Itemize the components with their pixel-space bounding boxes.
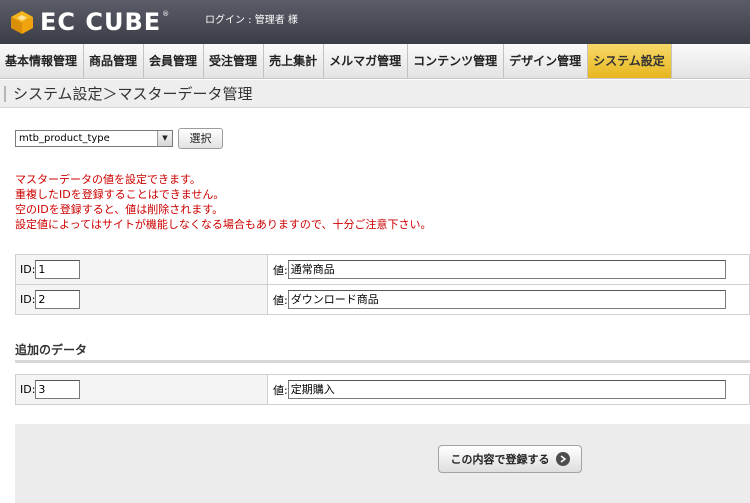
master-data-table: ID: 1 値: 通常商品 ID: 2 値: ダウンロード商品 — [15, 254, 750, 315]
value-input[interactable]: ダウンロード商品 — [287, 290, 726, 309]
id-label: ID: — [20, 293, 36, 306]
nav-item-mail-magazine[interactable]: メルマガ管理 — [324, 44, 409, 78]
nav-item-sales[interactable]: 売上集計 — [264, 44, 325, 78]
notice-line: 設定値によってはサイトが機能しなくなる場合もありますので、十分ご注意下さい。 — [15, 218, 432, 231]
add-data-heading: 追加のデータ — [15, 343, 88, 357]
notice-line: 重複したIDを登録することはできません。 — [15, 188, 225, 201]
arrow-right-icon — [555, 452, 570, 466]
notice-line: マスターデータの値を設定できます。 — [15, 173, 201, 186]
nav-item-products[interactable]: 商品管理 — [84, 44, 145, 78]
nav-item-customers[interactable]: 会員管理 — [144, 44, 205, 78]
value-input[interactable]: 通常商品 — [287, 260, 726, 279]
ec-cube-logo[interactable]: EC CUBE ® — [9, 8, 169, 36]
main-nav: 基本情報管理 商品管理 会員管理 受注管理 売上集計 メルマガ管理 コンテンツ管… — [0, 44, 750, 79]
title-accent-bar — [4, 86, 6, 102]
table-row: ID: 1 値: 通常商品 — [15, 254, 750, 285]
register-button-label: この内容で登録する — [450, 453, 550, 466]
nav-item-orders[interactable]: 受注管理 — [204, 44, 265, 78]
id-cell: ID: 3 — [15, 374, 268, 405]
nav-item-contents[interactable]: コンテンツ管理 — [408, 44, 505, 78]
value-label: 値: — [273, 263, 288, 277]
nav-item-basic-info[interactable]: 基本情報管理 — [0, 44, 85, 78]
id-input[interactable]: 2 — [35, 290, 81, 309]
master-data-select-value: mtb_product_type — [19, 133, 110, 144]
id-input[interactable]: 1 — [35, 260, 81, 279]
page-title: システム設定＞マスターデータ管理 — [0, 80, 750, 108]
login-status: ログイン : 管理者 様 — [205, 15, 298, 26]
id-label: ID: — [20, 263, 36, 276]
table-row: ID: 2 値: ダウンロード商品 — [15, 284, 750, 315]
id-cell: ID: 2 — [15, 284, 268, 315]
chevron-down-icon[interactable]: ▼ — [157, 131, 172, 146]
value-label: 値: — [273, 383, 288, 397]
select-button[interactable]: 選択 — [178, 128, 223, 149]
value-label: 値: — [273, 293, 288, 307]
header: EC CUBE ® ログイン : 管理者 様 — [0, 0, 750, 44]
cube-logo-icon — [11, 11, 33, 34]
value-cell: 値: ダウンロード商品 — [267, 284, 750, 315]
notice-text: マスターデータの値を設定できます。 重複したIDを登録することはできません。 空… — [15, 172, 431, 232]
footer-area — [15, 424, 750, 503]
notice-line: 空のIDを登録すると、値は削除されます。 — [15, 203, 224, 216]
id-cell: ID: 1 — [15, 254, 268, 285]
table-row: ID: 3 値: 定期購入 — [15, 374, 750, 405]
logo-text: EC CUBE — [40, 8, 162, 36]
logo-registered-mark: ® — [162, 10, 170, 18]
new-value-input[interactable]: 定期購入 — [287, 380, 726, 399]
new-id-input[interactable]: 3 — [35, 380, 81, 399]
value-cell: 値: 定期購入 — [267, 374, 750, 405]
id-label: ID: — [20, 383, 36, 396]
register-button[interactable]: この内容で登録する — [438, 445, 582, 473]
value-cell: 値: 通常商品 — [267, 254, 750, 285]
nav-item-design[interactable]: デザイン管理 — [504, 44, 589, 78]
master-data-select[interactable]: mtb_product_type ▼ — [15, 130, 173, 147]
add-data-table: ID: 3 値: 定期購入 — [15, 374, 750, 405]
nav-item-system[interactable]: システム設定 — [588, 44, 672, 78]
section-divider — [15, 360, 750, 363]
